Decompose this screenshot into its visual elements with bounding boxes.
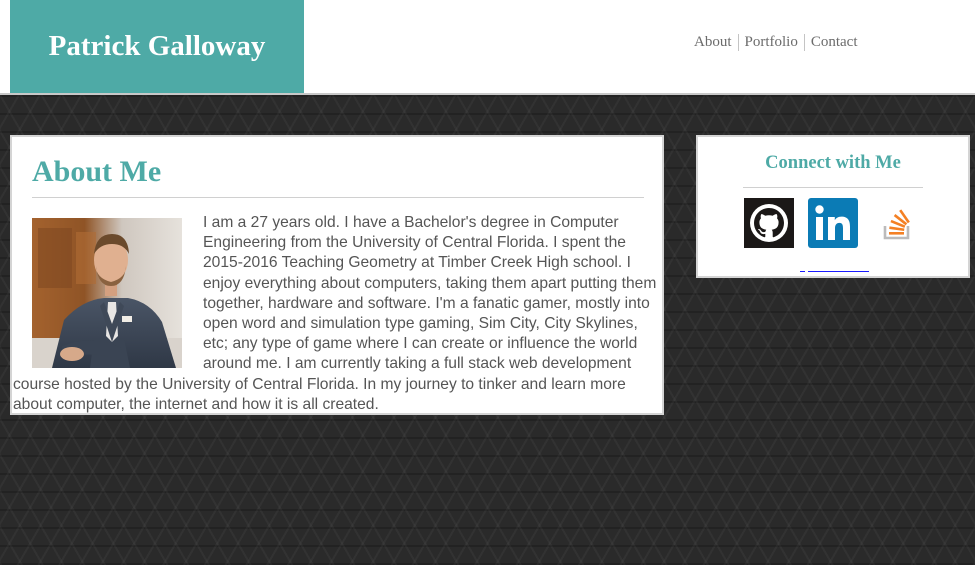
nav-about-link[interactable]: About [688, 33, 738, 51]
connect-section: Connect with Me [696, 135, 970, 278]
stackoverflow-icon [872, 198, 922, 248]
link-underline [864, 271, 869, 272]
about-bio-container: I am a 27 years old. I have a Bachelor's… [13, 213, 662, 413]
link-underline [808, 271, 868, 272]
nav-portfolio-link[interactable]: Portfolio [739, 33, 804, 51]
stackoverflow-link[interactable] [872, 198, 922, 248]
photo-spacer [13, 213, 203, 373]
site-header: Patrick Galloway About Portfolio Contact [0, 0, 975, 95]
github-icon [744, 198, 794, 248]
main-nav: About Portfolio Contact [688, 33, 864, 51]
nav-contact-link[interactable]: Contact [805, 33, 864, 51]
linkedin-link[interactable] [808, 198, 858, 248]
github-link[interactable] [744, 198, 794, 248]
about-heading: About Me [32, 155, 162, 188]
connect-heading: Connect with Me [765, 153, 901, 173]
brand-block[interactable]: Patrick Galloway [10, 0, 304, 93]
linkedin-icon [808, 198, 858, 248]
about-section: About Me I am a 27 years old. I have a B… [10, 135, 664, 415]
about-divider [32, 197, 644, 198]
link-underline [800, 271, 805, 272]
site-title: Patrick Galloway [48, 30, 266, 62]
connect-divider [743, 187, 923, 188]
